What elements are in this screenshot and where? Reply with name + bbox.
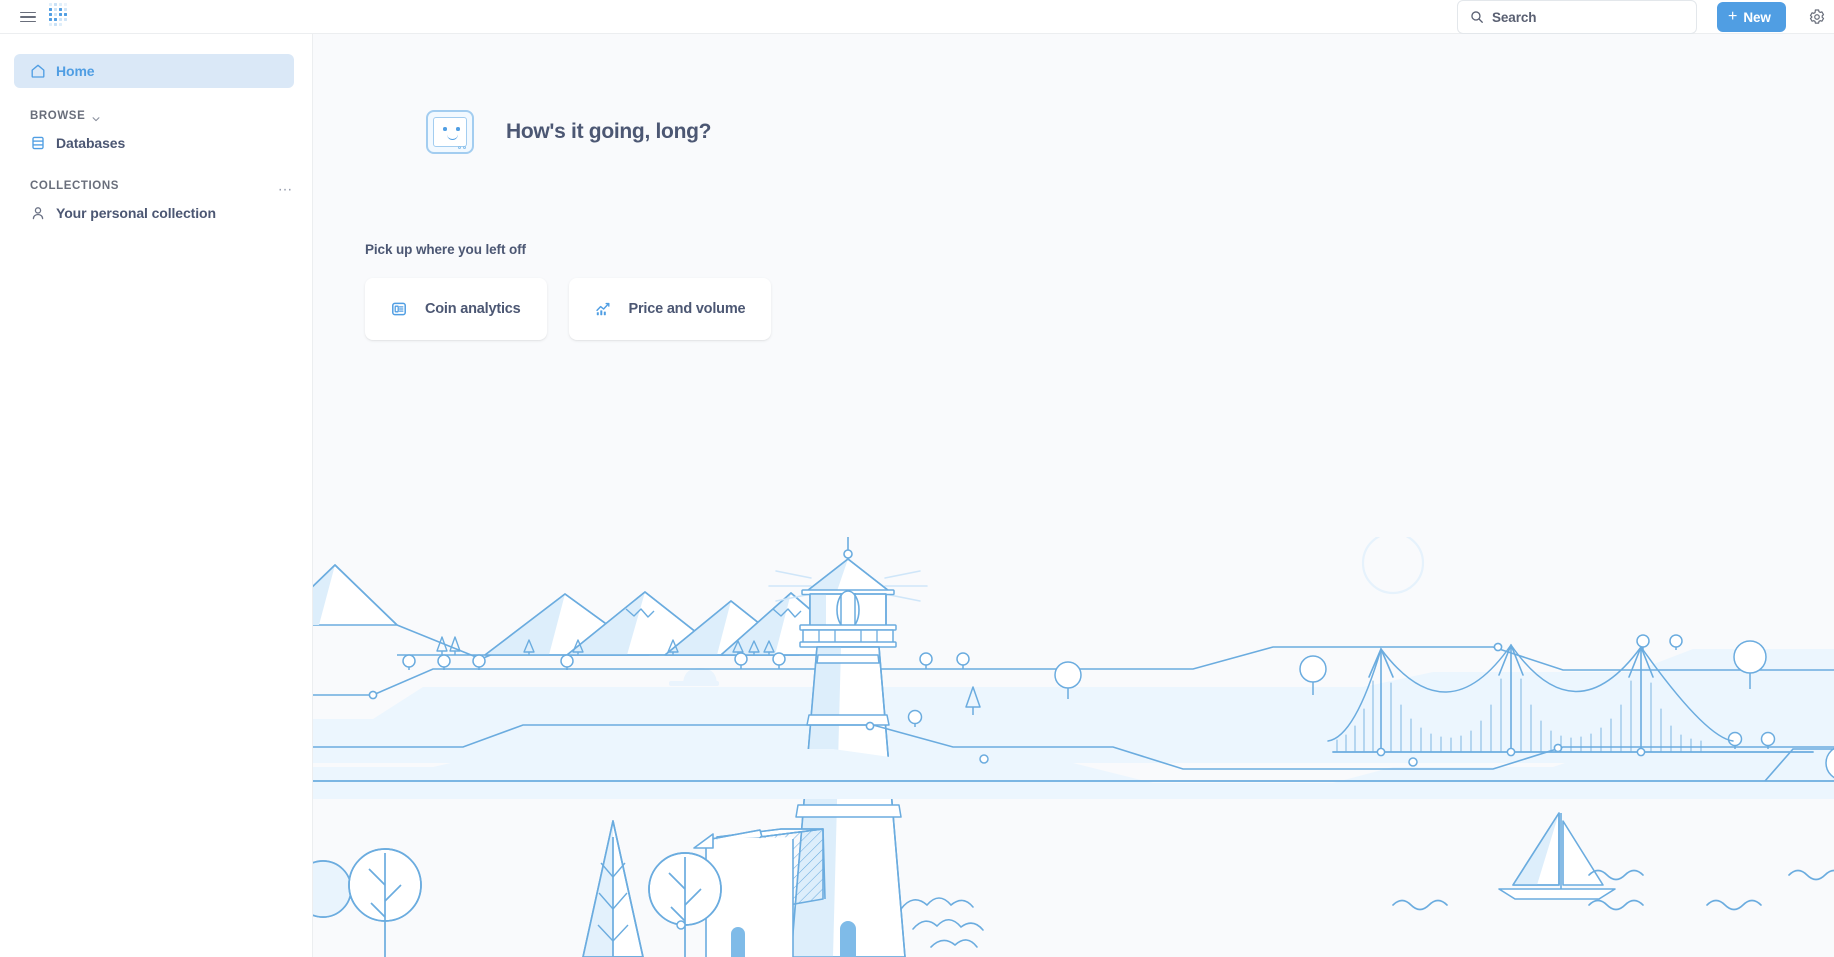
recent-item-label: Price and volume: [629, 301, 746, 317]
sidebar-item-your-personal-collection[interactable]: Your personal collection: [14, 198, 294, 228]
hamburger-icon-line: [20, 16, 36, 18]
sidebar-section-collections-title: COLLECTIONS: [30, 180, 119, 192]
search-icon: [1470, 10, 1484, 24]
new-button[interactable]: + New: [1717, 2, 1786, 32]
search-placeholder-text: Search: [1492, 10, 1536, 25]
recent-item-label: Coin analytics: [425, 301, 521, 317]
ellipsis-icon[interactable]: …: [274, 177, 299, 196]
shore-trees: [1826, 746, 1834, 786]
hamburger-icon-line: [20, 12, 36, 14]
recents-card-list: Coin analytics Price and volume: [365, 278, 771, 340]
mid-land-fill: [313, 649, 1834, 763]
plus-icon: +: [1728, 9, 1737, 25]
settings-button[interactable]: [1808, 8, 1826, 26]
light-rays: [769, 571, 927, 601]
robot-foot: [463, 146, 466, 149]
gear-icon: [1808, 8, 1826, 26]
foreground-trees: [313, 821, 721, 957]
sidebar-toggle-button[interactable]: [20, 8, 38, 26]
page-title: How's it going, long?: [506, 120, 711, 144]
sidebar-item-your-personal-collection-label: Your personal collection: [56, 205, 216, 221]
shoreline-path: [313, 722, 1834, 769]
chevron-down-icon: [91, 111, 101, 121]
greeting-block: How's it going, long?: [426, 110, 711, 154]
robot-greeting-icon: [426, 110, 474, 154]
sidebar-item-databases-label: Databases: [56, 135, 125, 151]
new-button-label: New: [1743, 10, 1770, 25]
robot-eye-right: [456, 127, 460, 131]
home-icon: [30, 63, 46, 79]
sidebar-section-browse[interactable]: BROWSE: [30, 110, 294, 122]
robot-foot: [458, 146, 461, 149]
robot-eye-left: [443, 127, 447, 131]
mid-trees: [815, 641, 1766, 717]
sidebar-item-databases[interactable]: Databases: [14, 128, 294, 158]
mountain-range: [313, 565, 873, 659]
lower-land-fill: [313, 747, 1834, 799]
sidebar-item-home-label: Home: [56, 63, 95, 79]
dashboard-icon: [391, 301, 407, 317]
metabase-logo-icon[interactable]: [46, 2, 74, 30]
recent-item-price-and-volume[interactable]: Price and volume: [569, 278, 772, 340]
mid-road-lamps: [403, 635, 1682, 670]
metabase-lighthouse-landscape-illustration: [313, 537, 1834, 957]
suspension-bridge: [1328, 645, 1813, 756]
robot-screen: [433, 117, 467, 147]
recent-item-coin-analytics[interactable]: Coin analytics: [365, 278, 547, 340]
sidebar-section-collections: COLLECTIONS …: [30, 180, 294, 192]
database-icon: [30, 135, 46, 151]
search-input[interactable]: Search: [1457, 0, 1697, 34]
person-icon: [30, 205, 46, 221]
lighthouse-door: [840, 921, 856, 957]
sidebar-item-home[interactable]: Home: [14, 54, 294, 88]
keeper-house: [694, 829, 825, 957]
sea-foam: [901, 898, 983, 947]
waves: [1393, 871, 1834, 912]
sailboat: [1499, 813, 1615, 899]
sidebar: Home BROWSE Databases COLLECTIONS …: [0, 34, 313, 957]
top-navigation-bar: Search + New: [0, 0, 1834, 34]
sun-circle: [1363, 537, 1423, 593]
right-coast: [1765, 747, 1834, 781]
sidebar-section-browse-title: BROWSE: [30, 110, 85, 122]
lighthouse: [769, 537, 927, 957]
ridge-pine-trees: [313, 633, 774, 655]
mid-road: [313, 643, 1834, 698]
line-chart-icon: [595, 301, 611, 317]
main-content: How's it going, long? Pick up where you …: [313, 34, 1834, 957]
hamburger-icon-line: [20, 21, 36, 23]
robot-feet: [458, 146, 467, 149]
lower-lamps: [909, 711, 1775, 767]
clouds: [513, 630, 1834, 728]
recents-section-label: Pick up where you left off: [365, 242, 526, 257]
